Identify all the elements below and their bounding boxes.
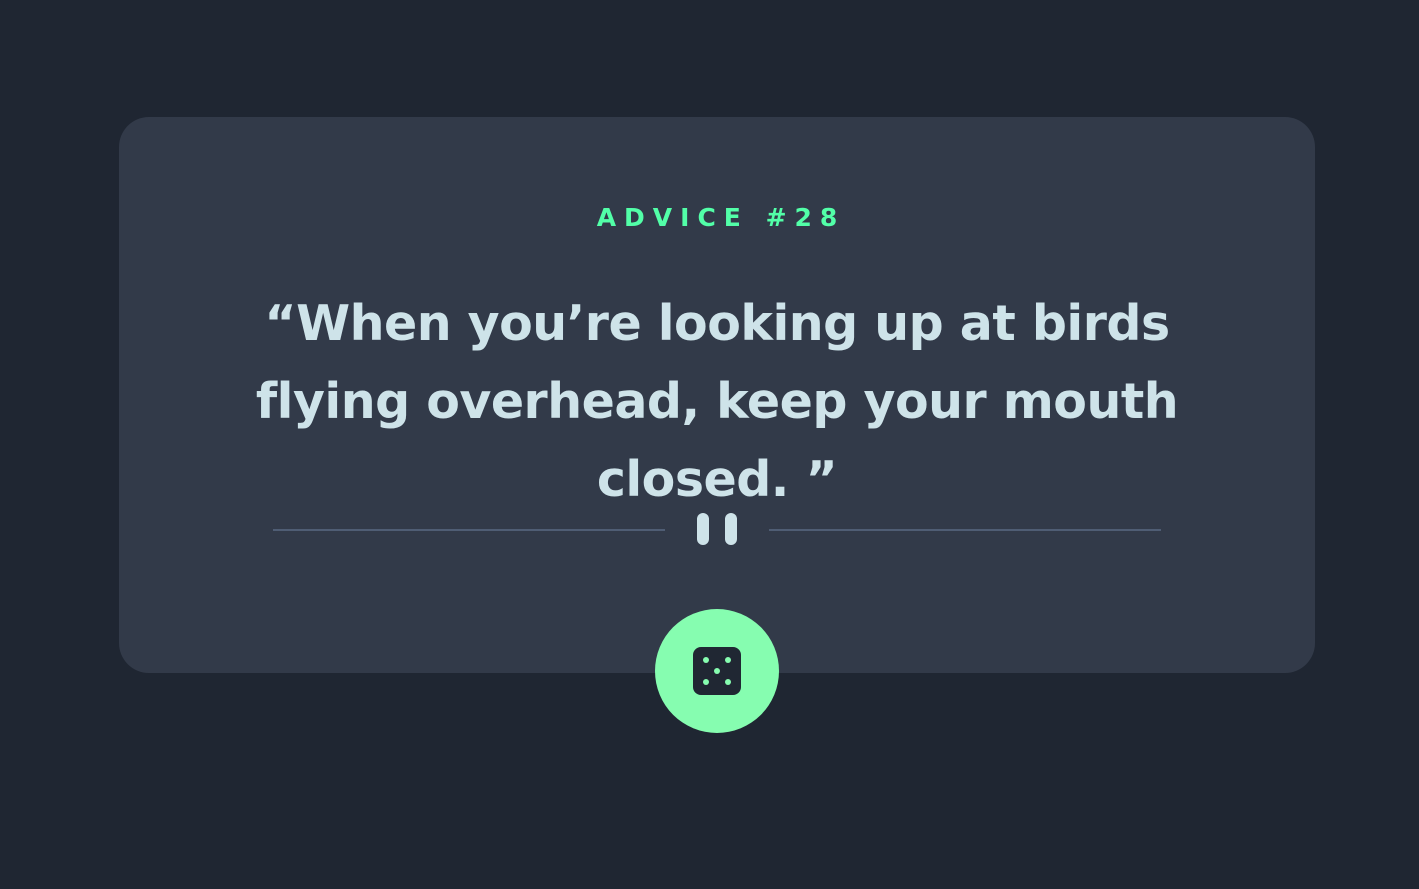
dice-dot [714, 668, 720, 674]
dice-icon [693, 647, 741, 695]
advice-quote: “When you’re looking up at birds flying … [255, 295, 1179, 508]
dice-dot [703, 657, 709, 663]
divider-line-right [769, 529, 1161, 531]
divider-line-left [273, 529, 665, 531]
generate-advice-button[interactable] [655, 609, 779, 733]
dice-dot [725, 657, 731, 663]
advice-card: ADVICE #28 “When you’re looking up at bi… [119, 117, 1315, 673]
pause-icon [697, 513, 737, 545]
dice-dot [703, 679, 709, 685]
pause-bar [697, 513, 709, 545]
pause-bar [725, 513, 737, 545]
dice-dot [725, 679, 731, 685]
advice-id: ADVICE #28 [596, 203, 846, 232]
